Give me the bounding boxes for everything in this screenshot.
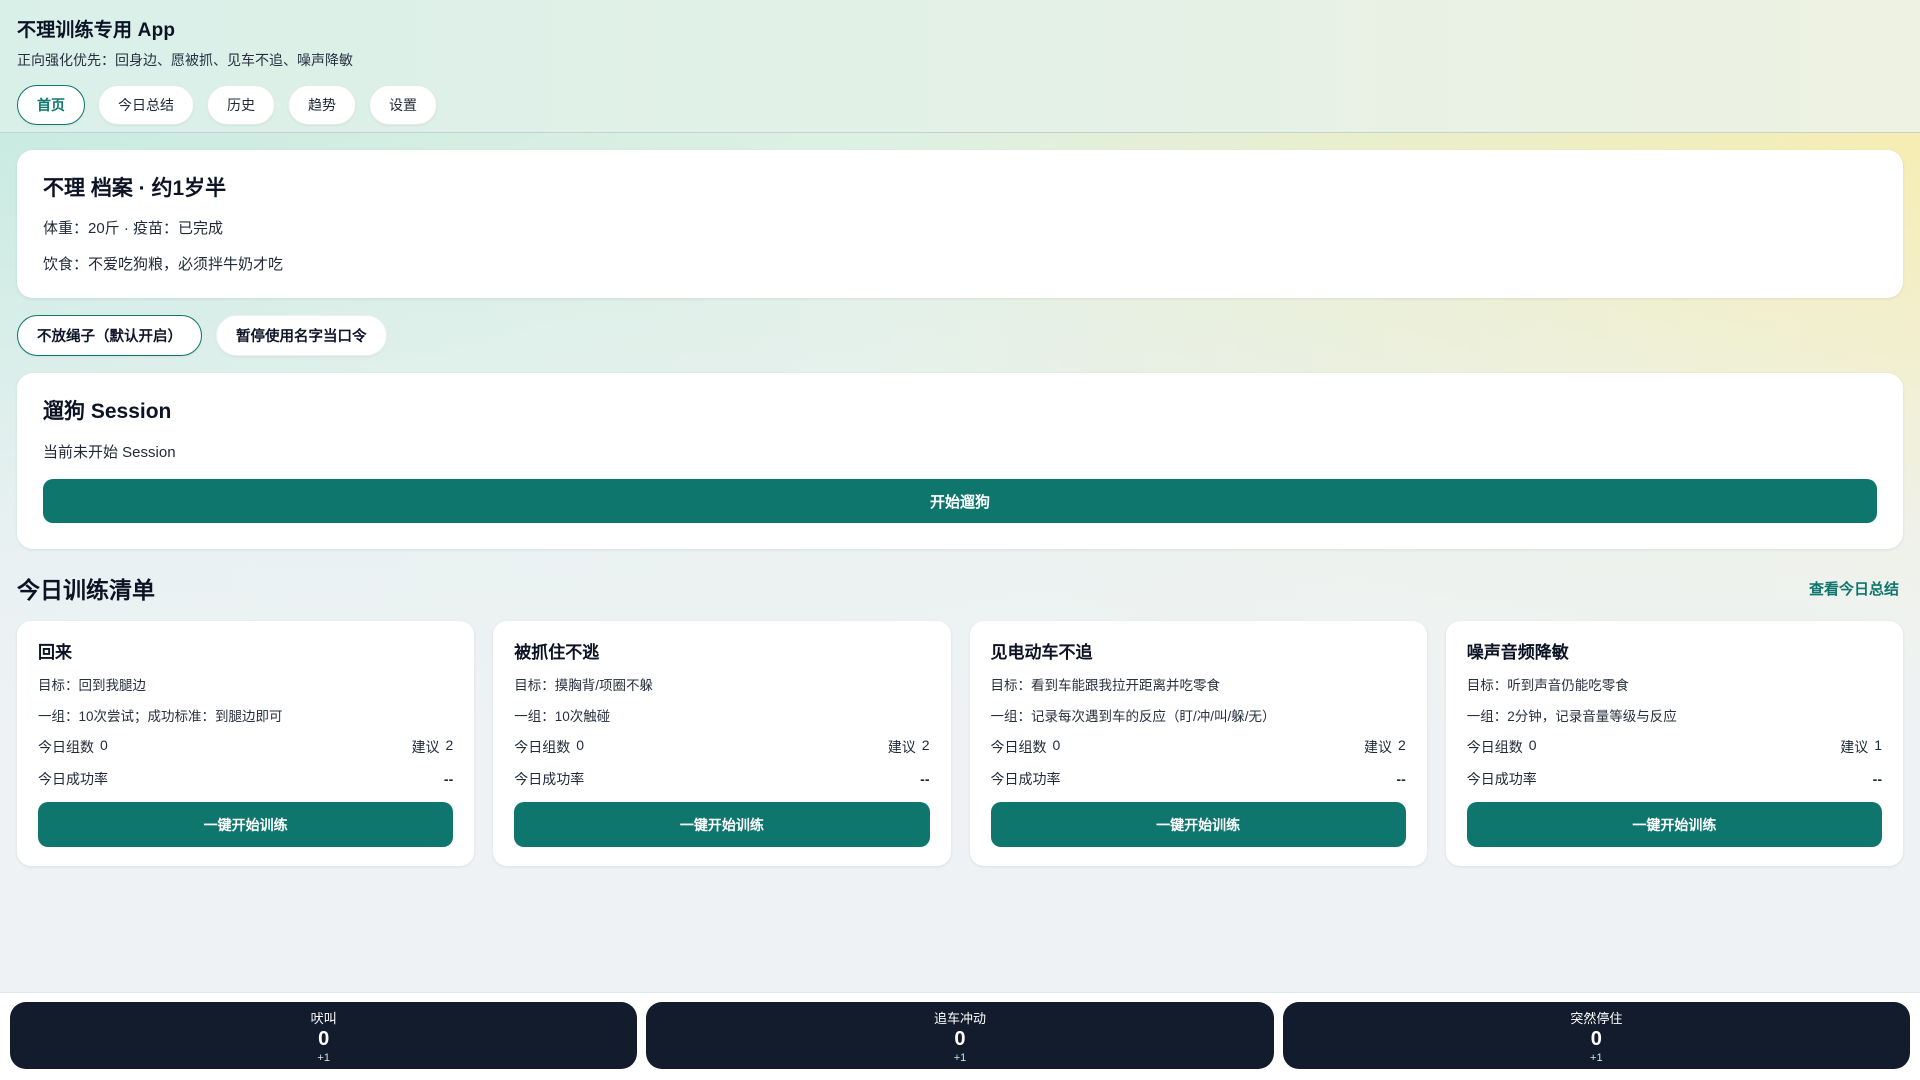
success-rate-value: -- <box>1872 771 1882 787</box>
sets-value: 0 <box>1052 737 1061 753</box>
suggested-sets: 建议 2 <box>411 737 453 757</box>
training-set-spec: 一组：10次尝试；成功标准：到腿边即可 <box>38 709 283 724</box>
sets-row: 今日组数 0 建议 2 <box>38 737 453 757</box>
sets-today: 今日组数 0 <box>1467 737 1537 757</box>
suggested-sets: 建议 1 <box>1840 737 1882 757</box>
sets-label: 今日组数 <box>1466 739 1523 755</box>
sets-today: 今日组数 0 <box>38 737 108 757</box>
profile-weight-vaccine: 体重：20斤 · 疫苗：已完成 <box>43 220 224 237</box>
suggested-sets: 建议 2 <box>1364 737 1406 757</box>
counter-increment: +1 <box>953 1051 967 1064</box>
toggle-no-leash[interactable]: 不放绳子（默认开启） <box>17 315 202 356</box>
sets-today: 今日组数 0 <box>991 737 1061 757</box>
app-title: 不理训练专用 App <box>17 20 176 41</box>
counter-count: 0 <box>1590 1027 1602 1050</box>
tab-today-summary[interactable]: 今日总结 <box>98 85 194 125</box>
training-card-caught-no-flee: 被抓住不逃 目标：摸胸背/项圈不躲 一组：10次触碰 今日组数 0 建议 2 今… <box>493 621 951 866</box>
sets-label: 今日组数 <box>38 739 94 755</box>
training-set-spec: 一组：10次触碰 <box>514 709 611 724</box>
sets-value: 0 <box>1528 737 1537 753</box>
toggle-pause-name-cue[interactable]: 暂停使用名字当口令 <box>216 315 387 356</box>
counter-label: 突然停住 <box>1570 1010 1623 1026</box>
header: 不理训练专用 App 正向强化优先：回身边、愿被抓、见车不追、噪声降敏 首页 今… <box>0 0 1920 133</box>
training-card-come-back: 回来 目标：回到我腿边 一组：10次尝试；成功标准：到腿边即可 今日组数 0 建… <box>17 621 475 866</box>
training-cards-grid: 回来 目标：回到我腿边 一组：10次尝试；成功标准：到腿边即可 今日组数 0 建… <box>17 621 1903 866</box>
profile-diet: 饮食：不爱吃狗粮，必须拌牛奶才吃 <box>43 256 284 273</box>
tab-home[interactable]: 首页 <box>17 85 85 125</box>
success-rate-row: 今日成功率 -- <box>514 769 929 789</box>
sets-today: 今日组数 0 <box>514 737 584 757</box>
success-rate-label: 今日成功率 <box>514 771 585 787</box>
tab-trends[interactable]: 趋势 <box>288 85 356 125</box>
training-card-title: 被抓住不逃 <box>514 643 600 662</box>
counter-bark-button[interactable]: 吠叫 0 +1 <box>10 1002 638 1069</box>
suggest-value: 2 <box>1397 737 1406 753</box>
start-training-button[interactable]: 一键开始训练 <box>990 802 1406 847</box>
app-subtitle: 正向强化优先：回身边、愿被抓、见车不追、噪声降敏 <box>17 52 353 68</box>
sets-label: 今日组数 <box>514 739 571 755</box>
training-goal: 目标：听到声音仍能吃零食 <box>1466 678 1629 693</box>
training-card-title: 见电动车不追 <box>990 643 1093 662</box>
session-title: 遛狗 Session <box>43 400 172 423</box>
counter-chase-impulse-button[interactable]: 追车冲动 0 +1 <box>646 1002 1274 1069</box>
success-rate-value: -- <box>1396 771 1406 787</box>
main-content: 不理 档案 · 约1岁半 体重：20斤 · 疫苗：已完成 饮食：不爱吃狗粮，必须… <box>0 133 1920 992</box>
walk-session-card: 遛狗 Session 当前未开始 Session 开始遛狗 <box>17 373 1903 549</box>
tab-history[interactable]: 历史 <box>207 85 275 125</box>
tab-settings[interactable]: 设置 <box>369 85 437 125</box>
sets-row: 今日组数 0 建议 2 <box>991 737 1406 757</box>
session-status: 当前未开始 Session <box>43 444 176 461</box>
counter-increment: +1 <box>317 1051 330 1064</box>
sets-value: 0 <box>576 737 585 753</box>
today-section-title: 今日训练清单 <box>17 577 155 603</box>
training-card-noise-desensitize: 噪声音频降敏 目标：听到声音仍能吃零食 一组：2分钟，记录音量等级与反应 今日组… <box>1445 621 1903 866</box>
success-rate-label: 今日成功率 <box>38 771 108 787</box>
app-root: 不理训练专用 App 正向强化优先：回身边、愿被抓、见车不追、噪声降敏 首页 今… <box>0 0 1920 1080</box>
profile-title: 不理 档案 · 约1岁半 <box>43 177 227 200</box>
counter-count: 0 <box>318 1027 330 1050</box>
training-set-spec: 一组：2分钟，记录音量等级与反应 <box>1466 709 1677 724</box>
profile-card: 不理 档案 · 约1岁半 体重：20斤 · 疫苗：已完成 饮食：不爱吃狗粮，必须… <box>17 150 1903 298</box>
training-goal: 目标：回到我腿边 <box>38 678 146 693</box>
suggest-label: 建议 <box>1363 739 1392 755</box>
counter-increment: +1 <box>1590 1051 1603 1064</box>
sets-row: 今日组数 0 建议 1 <box>1467 737 1882 757</box>
suggest-value: 2 <box>445 737 454 753</box>
start-training-button[interactable]: 一键开始训练 <box>514 802 930 847</box>
suggest-label: 建议 <box>887 739 916 755</box>
suggested-sets: 建议 2 <box>888 737 930 757</box>
success-rate-label: 今日成功率 <box>990 771 1061 787</box>
sets-label: 今日组数 <box>990 739 1047 755</box>
start-training-button[interactable]: 一键开始训练 <box>38 802 454 847</box>
suggest-label: 建议 <box>411 739 440 755</box>
success-rate-value: -- <box>920 771 930 787</box>
suggest-value: 1 <box>1874 737 1882 753</box>
success-rate-row: 今日成功率 -- <box>991 769 1406 789</box>
success-rate-value: -- <box>443 771 454 787</box>
sets-value: 0 <box>100 737 108 753</box>
training-card-no-chase-scooter: 见电动车不追 目标：看到车能跟我拉开距离并吃零食 一组：记录每次遇到车的反应（盯… <box>969 621 1427 866</box>
training-card-title: 回来 <box>38 643 72 662</box>
suggest-value: 2 <box>921 737 930 753</box>
training-goal: 目标：看到车能跟我拉开距离并吃零食 <box>990 678 1221 693</box>
success-rate-row: 今日成功率 -- <box>1467 769 1882 789</box>
training-card-title: 噪声音频降敏 <box>1466 643 1569 662</box>
counter-label: 吠叫 <box>310 1010 337 1026</box>
view-today-summary-link[interactable]: 查看今日总结 <box>1809 578 1899 599</box>
success-rate-label: 今日成功率 <box>1466 771 1537 787</box>
nav-tabs: 首页 今日总结 历史 趋势 设置 <box>17 85 1900 125</box>
quick-counter-bar: 吠叫 0 +1 追车冲动 0 +1 突然停住 0 +1 <box>0 992 1920 1080</box>
counter-count: 0 <box>954 1027 966 1050</box>
training-set-spec: 一组：记录每次遇到车的反应（盯/冲/叫/躲/无） <box>990 709 1276 724</box>
suggest-label: 建议 <box>1840 739 1869 755</box>
toggle-row: 不放绳子（默认开启） 暂停使用名字当口令 <box>17 315 1903 356</box>
start-walk-button[interactable]: 开始遛狗 <box>43 479 1877 523</box>
sets-row: 今日组数 0 建议 2 <box>514 737 929 757</box>
success-rate-row: 今日成功率 -- <box>38 769 453 789</box>
counter-sudden-stop-button[interactable]: 突然停住 0 +1 <box>1282 1002 1910 1069</box>
counter-label: 追车冲动 <box>933 1010 986 1026</box>
start-training-button[interactable]: 一键开始训练 <box>1466 802 1882 847</box>
training-goal: 目标：摸胸背/项圈不躲 <box>514 678 654 693</box>
today-section-head: 今日训练清单 查看今日总结 <box>17 571 1899 605</box>
